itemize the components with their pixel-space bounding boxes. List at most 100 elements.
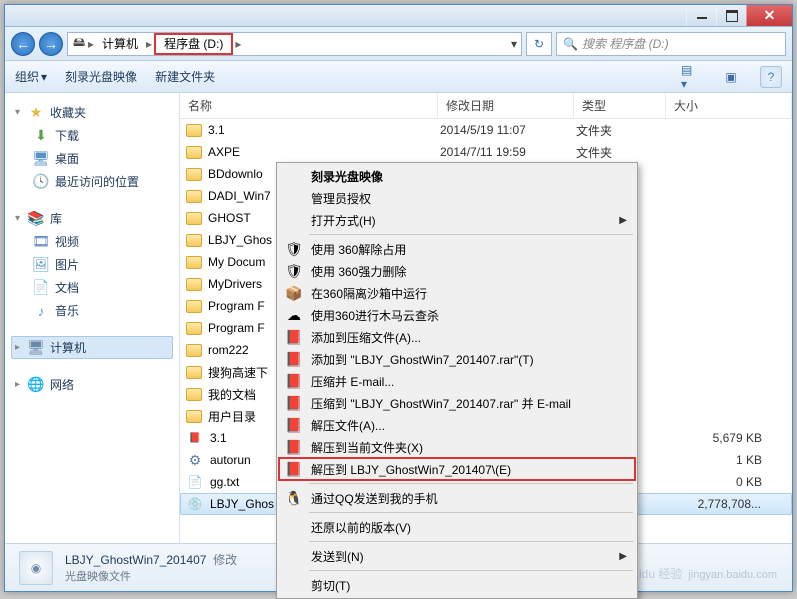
- sidebar-item-downloads[interactable]: ⬇下载: [11, 124, 173, 147]
- breadcrumb-computer[interactable]: 计算机: [96, 33, 144, 55]
- forward-button[interactable]: →: [39, 32, 63, 56]
- ctx-add-to-archive[interactable]: 📕添加到压缩文件(A)...: [279, 326, 635, 348]
- ctx-cut[interactable]: 剪切(T): [279, 574, 635, 596]
- disc-icon: 💿: [186, 495, 204, 513]
- view-options-button[interactable]: ▤ ▾: [680, 66, 702, 88]
- column-name[interactable]: 名称: [180, 93, 438, 118]
- separator: [309, 512, 633, 513]
- titlebar: [5, 5, 792, 27]
- sidebar-item-desktop[interactable]: 🖥桌面: [11, 147, 173, 170]
- sidebar-item-recent[interactable]: 🕓最近访问的位置: [11, 170, 173, 193]
- ctx-send-to[interactable]: 发送到(N)▶: [279, 545, 635, 567]
- ctx-360-force-delete[interactable]: 🛡使用 360强力删除: [279, 260, 635, 282]
- rar-icon: 📕: [285, 394, 303, 412]
- folder-icon: [186, 322, 202, 335]
- rar-icon: 📕: [285, 350, 303, 368]
- ctx-open-with[interactable]: 打开方式(H)▶: [279, 209, 635, 231]
- refresh-button[interactable]: ↻: [526, 32, 552, 56]
- burn-image-button[interactable]: 刻录光盘映像: [65, 68, 137, 85]
- ctx-360-sandbox[interactable]: 📦在360隔离沙箱中运行: [279, 282, 635, 304]
- 360-icon: 🛡: [285, 240, 303, 258]
- file-date: 2014/5/19 11:07: [440, 123, 576, 137]
- file-row[interactable]: 3.12014/5/19 11:07文件夹: [180, 119, 792, 141]
- computer-icon: 🖥: [28, 340, 44, 356]
- context-menu: 刻录光盘映像 管理员授权 打开方式(H)▶ 🛡使用 360解除占用 🛡使用 36…: [276, 162, 638, 599]
- maximize-button[interactable]: [716, 5, 746, 26]
- ctx-restore-version[interactable]: 还原以前的版本(V): [279, 516, 635, 538]
- video-icon: 🎞: [33, 234, 49, 250]
- folder-icon: [186, 168, 202, 181]
- breadcrumb[interactable]: 🖴 ▸ 计算机 ▸ 程序盘 (D:) ▸ ▾: [67, 32, 522, 56]
- sidebar-item-documents[interactable]: 📄文档: [11, 276, 173, 299]
- column-date[interactable]: 修改日期: [438, 93, 574, 118]
- music-icon: ♪: [33, 303, 49, 319]
- toolbar: 组织 ▾ 刻录光盘映像 新建文件夹 ▤ ▾ ▣ ?: [5, 61, 792, 93]
- column-headers[interactable]: 名称 修改日期 类型 大小: [180, 93, 792, 119]
- ctx-360-unlock[interactable]: 🛡使用 360解除占用: [279, 238, 635, 260]
- rar-icon: 📕: [285, 416, 303, 434]
- separator: [309, 570, 633, 571]
- rar-icon: 📕: [285, 438, 303, 456]
- breadcrumb-dropdown[interactable]: ▾: [507, 37, 521, 51]
- chevron-right-icon: ▸: [88, 37, 94, 51]
- chevron-right-icon: ▸: [146, 37, 152, 51]
- ctx-qq-send[interactable]: 🐧通过QQ发送到我的手机: [279, 487, 635, 509]
- file-size: 1 KB: [670, 453, 792, 467]
- sidebar-item-pictures[interactable]: 🖼图片: [11, 253, 173, 276]
- separator: [309, 483, 633, 484]
- sidebar-computer[interactable]: ▸🖥计算机: [11, 336, 173, 359]
- ctx-burn-image[interactable]: 刻录光盘映像: [279, 165, 635, 187]
- desktop-icon: 🖥: [33, 151, 49, 167]
- chevron-down-icon: ▾: [15, 213, 20, 224]
- ctx-rar-email[interactable]: 📕压缩到 "LBJY_GhostWin7_201407.rar" 并 E-mai…: [279, 392, 635, 414]
- chevron-right-icon: ▸: [15, 379, 20, 390]
- file-name: AXPE: [208, 145, 440, 159]
- new-folder-button[interactable]: 新建文件夹: [155, 68, 215, 85]
- folder-icon: [186, 388, 202, 401]
- ctx-360-trojan-scan[interactable]: ☁使用360进行木马云查杀: [279, 304, 635, 326]
- breadcrumb-drive[interactable]: 程序盘 (D:): [154, 33, 233, 55]
- file-row[interactable]: AXPE2014/7/11 19:59文件夹: [180, 141, 792, 163]
- folder-icon: [186, 146, 202, 159]
- sidebar-network[interactable]: ▸🌐网络: [11, 373, 173, 396]
- drive-icon: 🖴: [72, 33, 86, 54]
- folder-icon: [186, 256, 202, 269]
- status-filetype: 光盘映像文件: [65, 568, 237, 584]
- search-input[interactable]: 🔍 搜索 程序盘 (D:): [556, 32, 786, 56]
- file-type: 文件夹: [576, 122, 668, 139]
- sidebar-libraries[interactable]: ▾📚库: [11, 207, 173, 230]
- chevron-right-icon: ▸: [235, 37, 241, 51]
- column-type[interactable]: 类型: [574, 93, 666, 118]
- ctx-add-to-rar[interactable]: 📕添加到 "LBJY_GhostWin7_201407.rar"(T): [279, 348, 635, 370]
- help-button[interactable]: ?: [760, 66, 782, 88]
- navigation-pane: ▾★收藏夹 ⬇下载 🖥桌面 🕓最近访问的位置 ▾📚库 🎞视频 🖼图片 📄文档 ♪…: [5, 93, 180, 543]
- sidebar-favorites[interactable]: ▾★收藏夹: [11, 101, 173, 124]
- ctx-extract-to-folder[interactable]: 📕解压到 LBJY_GhostWin7_201407\(E): [279, 458, 635, 480]
- folder-icon: [186, 278, 202, 291]
- star-icon: ★: [28, 105, 44, 121]
- file-size: 2,778,708...: [669, 497, 791, 511]
- organize-menu[interactable]: 组织 ▾: [15, 68, 47, 85]
- search-icon: 🔍: [563, 37, 578, 51]
- sidebar-item-music[interactable]: ♪音乐: [11, 299, 173, 322]
- ctx-extract-files[interactable]: 📕解压文件(A)...: [279, 414, 635, 436]
- inf-icon: ⚙: [186, 451, 204, 469]
- folder-icon: [186, 344, 202, 357]
- chevron-right-icon: ▸: [15, 342, 20, 353]
- chevron-down-icon: ▾: [15, 107, 20, 118]
- column-size[interactable]: 大小: [666, 93, 792, 118]
- ctx-admin-auth[interactable]: 管理员授权: [279, 187, 635, 209]
- preview-pane-button[interactable]: ▣: [720, 66, 742, 88]
- minimize-button[interactable]: [686, 5, 716, 26]
- back-button[interactable]: ←: [11, 32, 35, 56]
- rar-icon: 📕: [285, 328, 303, 346]
- sidebar-item-videos[interactable]: 🎞视频: [11, 230, 173, 253]
- close-button[interactable]: [746, 5, 792, 26]
- status-filename: LBJY_GhostWin7_201407: [65, 553, 206, 567]
- library-icon: 📚: [28, 211, 44, 227]
- ctx-extract-here[interactable]: 📕解压到当前文件夹(X): [279, 436, 635, 458]
- file-name: 3.1: [208, 123, 440, 137]
- folder-icon: [186, 190, 202, 203]
- ctx-zip-email[interactable]: 📕压缩并 E-mail...: [279, 370, 635, 392]
- folder-icon: [186, 366, 202, 379]
